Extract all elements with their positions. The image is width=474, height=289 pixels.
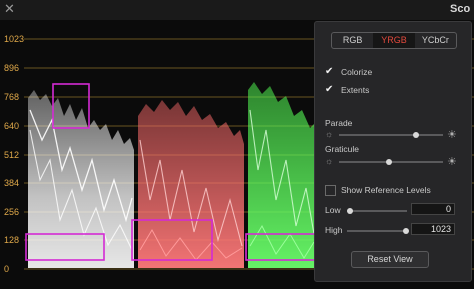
high-label: High bbox=[325, 225, 343, 235]
graticule-slider-handle[interactable] bbox=[386, 159, 392, 165]
red-trace bbox=[138, 100, 244, 268]
green-trace bbox=[248, 82, 315, 268]
brightness-low-icon: ☼ bbox=[325, 129, 334, 139]
low-label: Low bbox=[325, 205, 341, 215]
parade-label: Parade bbox=[325, 118, 353, 128]
y-axis-label: 1023 bbox=[4, 34, 25, 44]
high-slider[interactable] bbox=[347, 230, 407, 232]
graticule-label: Graticule bbox=[325, 144, 360, 154]
scope-settings-panel: RGB YRGB YCbCr ✔ Colorize ✔ Extents Para… bbox=[314, 21, 472, 282]
mode-ycbcr[interactable]: YCbCr bbox=[415, 33, 456, 48]
extents-label: Extents bbox=[341, 85, 370, 95]
mode-rgb[interactable]: RGB bbox=[332, 33, 373, 48]
high-value-input[interactable]: 1023 bbox=[411, 223, 455, 235]
brightness-low-icon: ☼ bbox=[325, 156, 334, 166]
window-title: Sco bbox=[450, 3, 471, 15]
parade-slider[interactable] bbox=[339, 134, 443, 136]
close-icon[interactable]: ✕ bbox=[4, 1, 15, 17]
extents-checkbox[interactable]: ✔ bbox=[325, 85, 335, 95]
parade-slider-handle[interactable] bbox=[413, 132, 419, 138]
brightness-high-icon: ☀ bbox=[447, 156, 457, 168]
low-value-input[interactable]: 0 bbox=[411, 203, 455, 215]
y-axis-label: 512 bbox=[4, 150, 20, 160]
colorize-checkbox[interactable]: ✔ bbox=[325, 67, 335, 77]
y-axis-label: 0 bbox=[4, 264, 10, 274]
low-slider[interactable] bbox=[347, 210, 407, 212]
title-bar: ✕ Sco bbox=[0, 0, 474, 20]
y-axis-label: 896 bbox=[4, 63, 20, 73]
low-slider-handle[interactable] bbox=[347, 208, 353, 214]
mode-yrgb[interactable]: YRGB bbox=[373, 33, 415, 48]
y-axis-label: 640 bbox=[4, 121, 20, 131]
y-axis-label: 256 bbox=[4, 207, 20, 217]
y-axis-label: 128 bbox=[4, 235, 20, 245]
colorize-label: Colorize bbox=[341, 67, 373, 77]
reset-view-button[interactable]: Reset View bbox=[351, 251, 429, 268]
show-reference-levels-checkbox[interactable] bbox=[325, 185, 336, 196]
show-reference-levels-label: Show Reference Levels bbox=[341, 185, 431, 195]
brightness-high-icon: ☀ bbox=[447, 129, 457, 141]
mode-selector: RGB YRGB YCbCr bbox=[331, 32, 457, 49]
luma-trace bbox=[28, 90, 134, 268]
y-axis-label: 768 bbox=[4, 92, 20, 102]
y-axis-label: 384 bbox=[4, 178, 20, 188]
high-slider-handle[interactable] bbox=[403, 228, 409, 234]
